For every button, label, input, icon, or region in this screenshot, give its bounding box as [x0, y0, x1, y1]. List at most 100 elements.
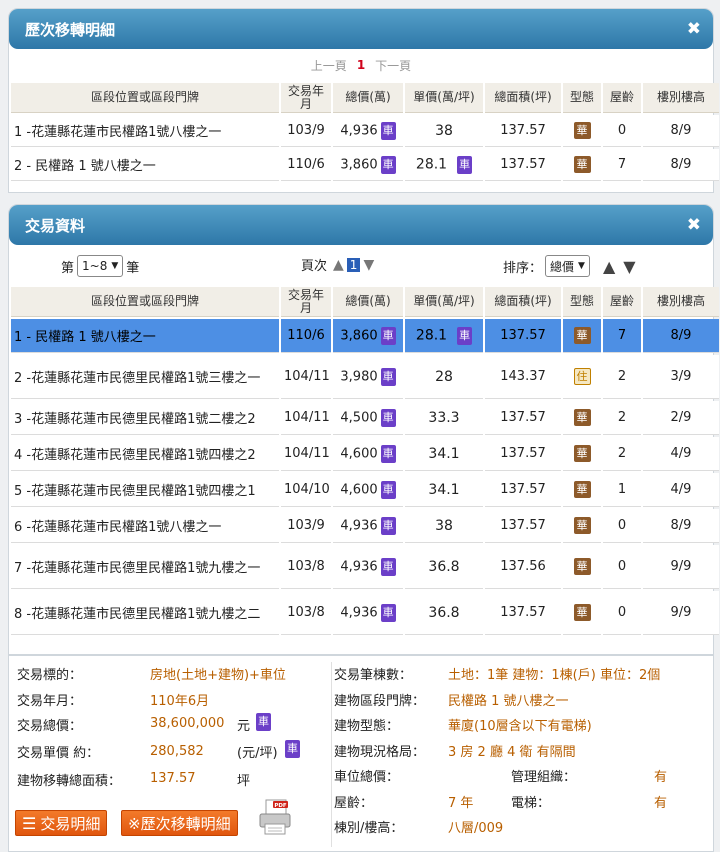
- cell-type: 住: [563, 355, 601, 399]
- col-header-unit: 單價(萬/坪): [405, 83, 483, 113]
- table-row[interactable]: 2 -花蓮縣花蓮市民德里民權路1號三樓之一 104/11 3,980 車 28 143.3…: [11, 355, 719, 399]
- unit-price-value: 280,582: [150, 744, 204, 759]
- mgmt-label: 管理組織：: [511, 770, 577, 785]
- transactions-panel-title: 交易資料: [25, 216, 86, 235]
- unit-price-text: 28.1: [415, 327, 448, 343]
- car-badge-icon: 車: [380, 367, 396, 386]
- col-header-unit: 單價(萬/坪): [405, 287, 483, 317]
- col-header-address: 區段位置或區段門牌: [11, 287, 279, 317]
- building-type-badge: 華: [573, 604, 591, 621]
- history-detail-button[interactable]: ※歷次移轉明細: [121, 810, 238, 836]
- transaction-detail-button[interactable]: ☰ 交易明細: [15, 810, 108, 836]
- cell-age: 0: [603, 115, 641, 147]
- unit-price-text: 34.1: [428, 445, 460, 462]
- address-text: -花蓮縣花蓮市民德里民權路1號二樓之2: [26, 412, 256, 427]
- row-number: 8: [14, 607, 23, 622]
- elevator-value: 有: [654, 796, 668, 811]
- sort-select[interactable]: 總價 ▼: [545, 255, 590, 277]
- cell-floor: 8/9: [643, 115, 719, 147]
- cell-age: 2: [603, 437, 641, 471]
- transactions-panel: 交易資料 ✖ 第 1~8 ▼ 筆 頁次 ▲ 1 ▼ 排序： 總價 ▼ ▲ ▼ 區…: [8, 204, 719, 655]
- cell-date: 110/6: [281, 319, 331, 353]
- table-row[interactable]: 2 - 民權路 1 號八樓之一 110/6 3,860 車 28.1 車 137.57 華 7 8…: [11, 149, 719, 181]
- table-row[interactable]: 8 -花蓮縣花蓮市民德里民權路1號九樓之二 103/8 4,936 車 36.8 137.…: [11, 591, 719, 635]
- total-text: 3,980: [340, 369, 378, 384]
- page-down-icon[interactable]: ▼: [363, 257, 374, 273]
- cell-floor: 8/9: [643, 509, 719, 543]
- row-number: 7: [14, 561, 23, 576]
- count-label: 交易筆棟數：: [334, 668, 413, 683]
- target-label: 交易標的：: [17, 668, 83, 683]
- record-range-select[interactable]: 1~8 ▼: [77, 255, 124, 277]
- car-badge-icon: 車: [457, 155, 473, 174]
- transactions-close-icon[interactable]: ✖: [687, 215, 701, 235]
- address-text: -花蓮縣花蓮市民德里民權路1號四樓之1: [26, 484, 256, 499]
- cell-area: 137.57: [485, 115, 561, 147]
- building-type-badge: 華: [573, 122, 591, 139]
- building-type-badge: 華: [573, 558, 591, 575]
- cell-type: 華: [563, 149, 601, 181]
- pdf-print-icon[interactable]: PDF: [257, 798, 293, 836]
- sort-asc-icon[interactable]: ▲: [603, 257, 615, 276]
- table-row[interactable]: 3 -花蓮縣花蓮市民德里民權路1號二樓之2 104/11 4,500 車 33.3 137…: [11, 401, 719, 435]
- table-row[interactable]: 4 -花蓮縣花蓮市民德里民權路1號四樓之2 104/11 4,600 車 34.1 137…: [11, 437, 719, 471]
- total-text: 4,600: [340, 482, 378, 497]
- row-number: 5: [14, 484, 23, 499]
- next-page-link[interactable]: 下一頁: [375, 57, 411, 74]
- unit-price-text: 28: [435, 368, 453, 385]
- col-header-floor: 樓別樓高: [643, 83, 719, 113]
- history-close-icon[interactable]: ✖: [687, 19, 701, 39]
- unit-price-text: 36.8: [428, 558, 460, 575]
- car-badge-icon: 車: [380, 408, 396, 427]
- history-header-row: 區段位置或區段門牌 交易年月 總價(萬) 單價(萬/坪) 總面積(坪) 型態 屋…: [11, 83, 719, 113]
- sort-desc-icon[interactable]: ▼: [623, 257, 635, 276]
- cell-address: 6 -花蓮縣花蓮市民權路1號八樓之一: [11, 509, 279, 543]
- address-text: -花蓮縣花蓮市民權路1號八樓之一: [26, 520, 222, 535]
- cell-total: 4,936 車: [333, 545, 403, 589]
- cell-date: 104/11: [281, 401, 331, 435]
- total-text: 4,500: [340, 410, 378, 425]
- mgmt-value: 有: [654, 770, 668, 785]
- pdf-label: PDF: [274, 803, 287, 809]
- cell-age: 7: [603, 319, 641, 353]
- car-badge-icon: 車: [380, 480, 396, 499]
- cell-age: 1: [603, 473, 641, 507]
- cell-address: 7 -花蓮縣花蓮市民德里民權路1號九樓之一: [11, 545, 279, 589]
- prev-page-link[interactable]: 上一頁: [311, 57, 347, 74]
- count-suffix: 筆: [126, 260, 140, 276]
- table-row[interactable]: 1 -花蓮縣花蓮市民權路1號八樓之一 103/9 4,936 車 38 137.57 華 0 8…: [11, 115, 719, 147]
- car-badge-icon: 車: [380, 516, 396, 535]
- unit-price-text: 36.8: [428, 604, 460, 621]
- history-detail-label: ※歷次移轉明細: [128, 814, 231, 833]
- cell-type: 華: [563, 473, 601, 507]
- history-panel: 歷次移轉明細 ✖ 上一頁 1 下一頁 區段位置或區段門牌 交易年月 總價(萬) …: [8, 8, 719, 193]
- sort-value: 總價: [550, 259, 575, 274]
- table-row[interactable]: 1 - 民權路 1 號八樓之一 110/6 3,860 車 28.1 車 137.57 華 7 8…: [11, 319, 719, 353]
- transactions-controls: 第 1~8 ▼ 筆 頁次 ▲ 1 ▼ 排序： 總價 ▼ ▲ ▼: [9, 245, 713, 285]
- cell-total: 4,600 車: [333, 473, 403, 507]
- row-number: 2: [14, 159, 23, 174]
- total-value: 38,600,000: [150, 716, 225, 731]
- page-up-icon[interactable]: ▲: [333, 257, 344, 273]
- table-row[interactable]: 6 -花蓮縣花蓮市民權路1號八樓之一 103/9 4,936 車 38 137.57 華 0 8…: [11, 509, 719, 543]
- cell-total: 3,860 車: [333, 149, 403, 181]
- col-header-type: 型態: [563, 287, 601, 317]
- summary-divider: [331, 662, 332, 847]
- table-row[interactable]: 7 -花蓮縣花蓮市民德里民權路1號九樓之一 103/8 4,936 車 36.8 137.…: [11, 545, 719, 589]
- cell-age: 2: [603, 355, 641, 399]
- unit-price-text: 38: [435, 517, 453, 534]
- page-number[interactable]: 1: [346, 257, 361, 272]
- count-prefix: 第: [61, 260, 75, 276]
- building-type-badge: 華: [573, 409, 591, 426]
- cell-type: 華: [563, 437, 601, 471]
- history-panel-header: 歷次移轉明細 ✖: [9, 9, 713, 49]
- cell-date: 103/8: [281, 545, 331, 589]
- count-value: 土地：1筆 建物：1棟(戶) 車位：2個: [448, 668, 661, 683]
- cell-area: 137.57: [485, 473, 561, 507]
- cell-area: 143.37: [485, 355, 561, 399]
- table-row[interactable]: 5 -花蓮縣花蓮市民德里民權路1號四樓之1 104/10 4,600 車 34.1 137…: [11, 473, 719, 507]
- col-header-type: 型態: [563, 83, 601, 113]
- cell-unit: 33.3: [405, 401, 483, 435]
- cell-date: 104/10: [281, 473, 331, 507]
- cell-floor: 3/9: [643, 355, 719, 399]
